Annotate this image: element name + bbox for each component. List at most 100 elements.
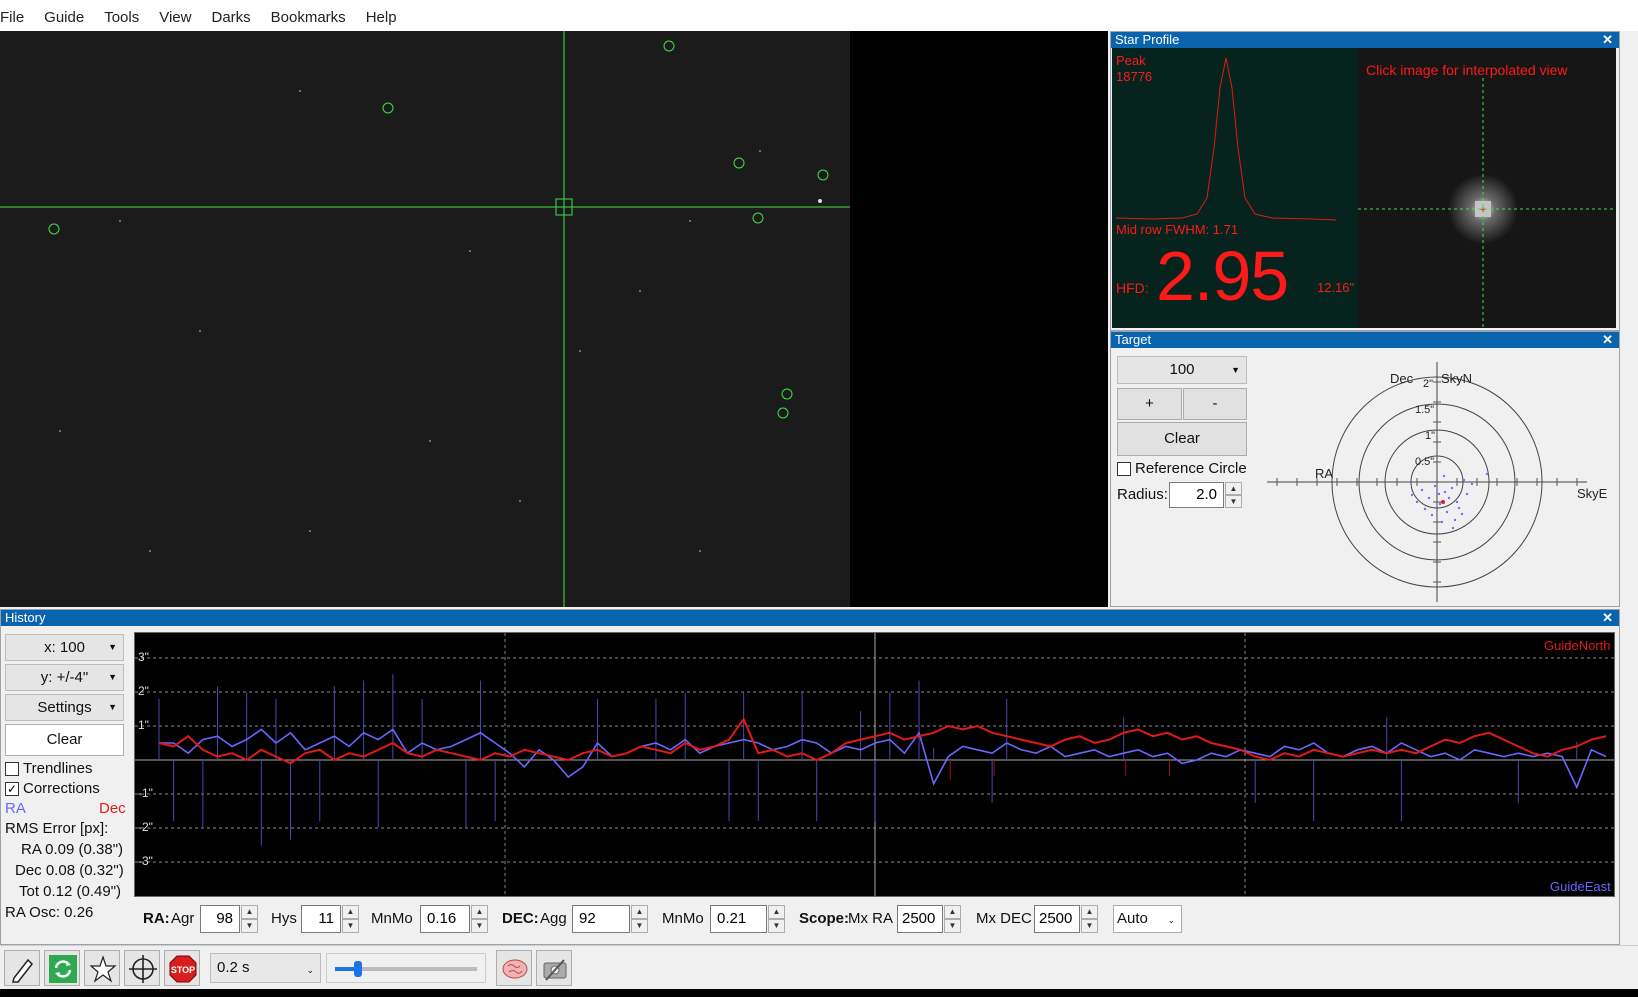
target-clear-button[interactable]: Clear [1117,422,1247,456]
zoom-in-button[interactable]: + [1117,388,1182,420]
dec-aggression-input[interactable]: 92 [572,905,630,933]
star-marker [48,223,60,235]
chevron-down-icon: ⌄ [1167,915,1175,925]
chevron-down-icon: ▼ [108,672,117,682]
chevron-down-icon: ⌄ [306,965,314,975]
y-tick-label: 1" [138,718,149,732]
reference-circle-checkbox[interactable] [1117,462,1131,476]
ring-label-2: 2" [1423,378,1433,390]
gamma-slider[interactable] [326,953,486,983]
fwhm-text: Mid row FWHM: 1.71 [1116,222,1239,237]
app-window: File Guide Tools View Darks Bookmarks He… [0,0,1638,997]
dec-aggression-up[interactable]: ▲ [631,905,648,919]
menu-guide[interactable]: Guide [34,0,94,31]
ra-min-move-down[interactable]: ▼ [471,919,488,933]
history-clear-button[interactable]: Clear [5,724,124,756]
dec-axis-label: Dec [1390,371,1414,386]
y-tick-label: 2" [138,684,149,698]
dec-min-move-down[interactable]: ▼ [768,919,785,933]
trendlines-label: Trendlines [23,760,93,777]
guide-crosshair [0,31,850,607]
menu-file[interactable]: File [0,0,34,31]
camera-settings-icon[interactable] [536,950,572,986]
stop-label: STOP [171,965,195,975]
exposure-value: 0.2 s [217,959,250,976]
star-marker [817,169,829,181]
dec-min-move-up[interactable]: ▲ [768,905,785,919]
close-icon[interactable]: ✕ [1602,610,1613,626]
radius-down-arrow[interactable]: ▼ [1225,495,1242,508]
ring-label-1-5: 1.5" [1415,404,1434,416]
loop-icon[interactable] [44,950,80,986]
star-zoom-image[interactable]: + Click image for interpolated view [1358,48,1616,328]
chevron-down-icon: ▼ [108,702,117,712]
menu-view[interactable]: View [149,0,201,31]
ra-hysteresis-input[interactable]: 11 [301,905,341,933]
ring-label-0-5: 0.5" [1415,456,1434,468]
y-tick-label: -3" [138,854,153,868]
menu-bookmarks[interactable]: Bookmarks [261,0,356,31]
camera-frame[interactable] [0,31,1108,607]
menu-darks[interactable]: Darks [201,0,260,31]
y-tick-label: -1" [138,786,153,800]
y-scale-select[interactable]: y: +/-4" ▼ [5,664,124,691]
max-dec-duration-down[interactable]: ▼ [1081,919,1098,933]
ra-params-label: RA: [143,910,170,927]
ra-aggression-up[interactable]: ▲ [241,905,258,919]
max-ra-duration-down[interactable]: ▼ [944,919,961,933]
ra-axis-label: RA [1315,466,1333,481]
guide-history-chart[interactable]: 3" 2" 1" -1" -2" -3" GuideNorth GuideEas… [134,632,1615,897]
rms-ra: RA 0.09 (0.38") [21,841,124,858]
dec-guide-mode-select[interactable]: Auto ⌄ [1113,905,1182,933]
mx-dec-label: Mx DEC [976,910,1032,927]
settings-select[interactable]: Settings ▼ [5,694,124,721]
close-icon[interactable]: ✕ [1602,32,1613,48]
max-dec-duration-up[interactable]: ▲ [1081,905,1098,919]
menu-help[interactable]: Help [356,0,407,31]
max-ra-duration-input[interactable]: 2500 [897,905,943,933]
dec-aggression-down[interactable]: ▼ [631,919,648,933]
max-ra-duration-up[interactable]: ▲ [944,905,961,919]
menu-tools[interactable]: Tools [94,0,149,31]
x-scale-select[interactable]: x: 100 ▼ [5,634,124,661]
history-graph: 3" 2" 1" -1" -2" -3" GuideNorth GuideEas… [135,633,1614,896]
ra-hysteresis-down[interactable]: ▼ [342,919,359,933]
ra-min-move-input[interactable]: 0.16 [420,905,470,933]
ra-aggression-input[interactable]: 98 [200,905,240,933]
chevron-down-icon: ▼ [1231,365,1240,375]
crosshair-guide-icon[interactable] [124,950,160,986]
trendlines-checkbox[interactable] [5,762,19,776]
hfd-value: 2.95 [1156,237,1289,315]
corrections-checkbox[interactable]: ✓ [5,782,19,796]
y-scale-value: y: +/-4" [40,669,89,686]
radius-input[interactable]: 2.0 [1169,482,1224,508]
stop-icon[interactable]: STOP [164,950,200,986]
rms-total: Tot 0.12 (0.49") [19,883,122,900]
dec-params-label: DEC: [502,910,539,927]
slider-thumb[interactable] [354,961,362,977]
auto-select-star-icon[interactable] [84,950,120,986]
radius-up-arrow[interactable]: ▲ [1225,482,1242,495]
target-zoom-select[interactable]: 100 ▼ [1117,356,1247,384]
exposure-select[interactable]: 0.2 s ⌄ [210,953,321,983]
radius-label: Radius: [1117,486,1168,503]
pencil-icon[interactable] [4,950,40,986]
history-title: History [1,610,1619,626]
close-icon[interactable]: ✕ [1602,332,1613,348]
x-scale-value: x: 100 [44,639,85,656]
zoom-overlay: + [1358,78,1616,328]
bottom-toolbar: STOP 0.2 s ⌄ [0,945,1638,989]
ra-hys-label: Hys [271,910,297,927]
reference-circle-label: Reference Circle [1135,460,1247,477]
click-hint: Click image for interpolated view [1366,62,1568,78]
ring-label-1: 1" [1425,430,1435,442]
dec-min-move-input[interactable]: 0.21 [710,905,767,933]
max-dec-duration-input[interactable]: 2500 [1034,905,1080,933]
zoom-out-button[interactable]: - [1183,388,1247,420]
ra-min-move-up[interactable]: ▲ [471,905,488,919]
brain-icon[interactable] [496,950,532,986]
y-tick-label: -2" [138,820,153,834]
ra-hysteresis-up[interactable]: ▲ [342,905,359,919]
series-lines [158,717,1607,790]
ra-aggression-down[interactable]: ▼ [241,919,258,933]
